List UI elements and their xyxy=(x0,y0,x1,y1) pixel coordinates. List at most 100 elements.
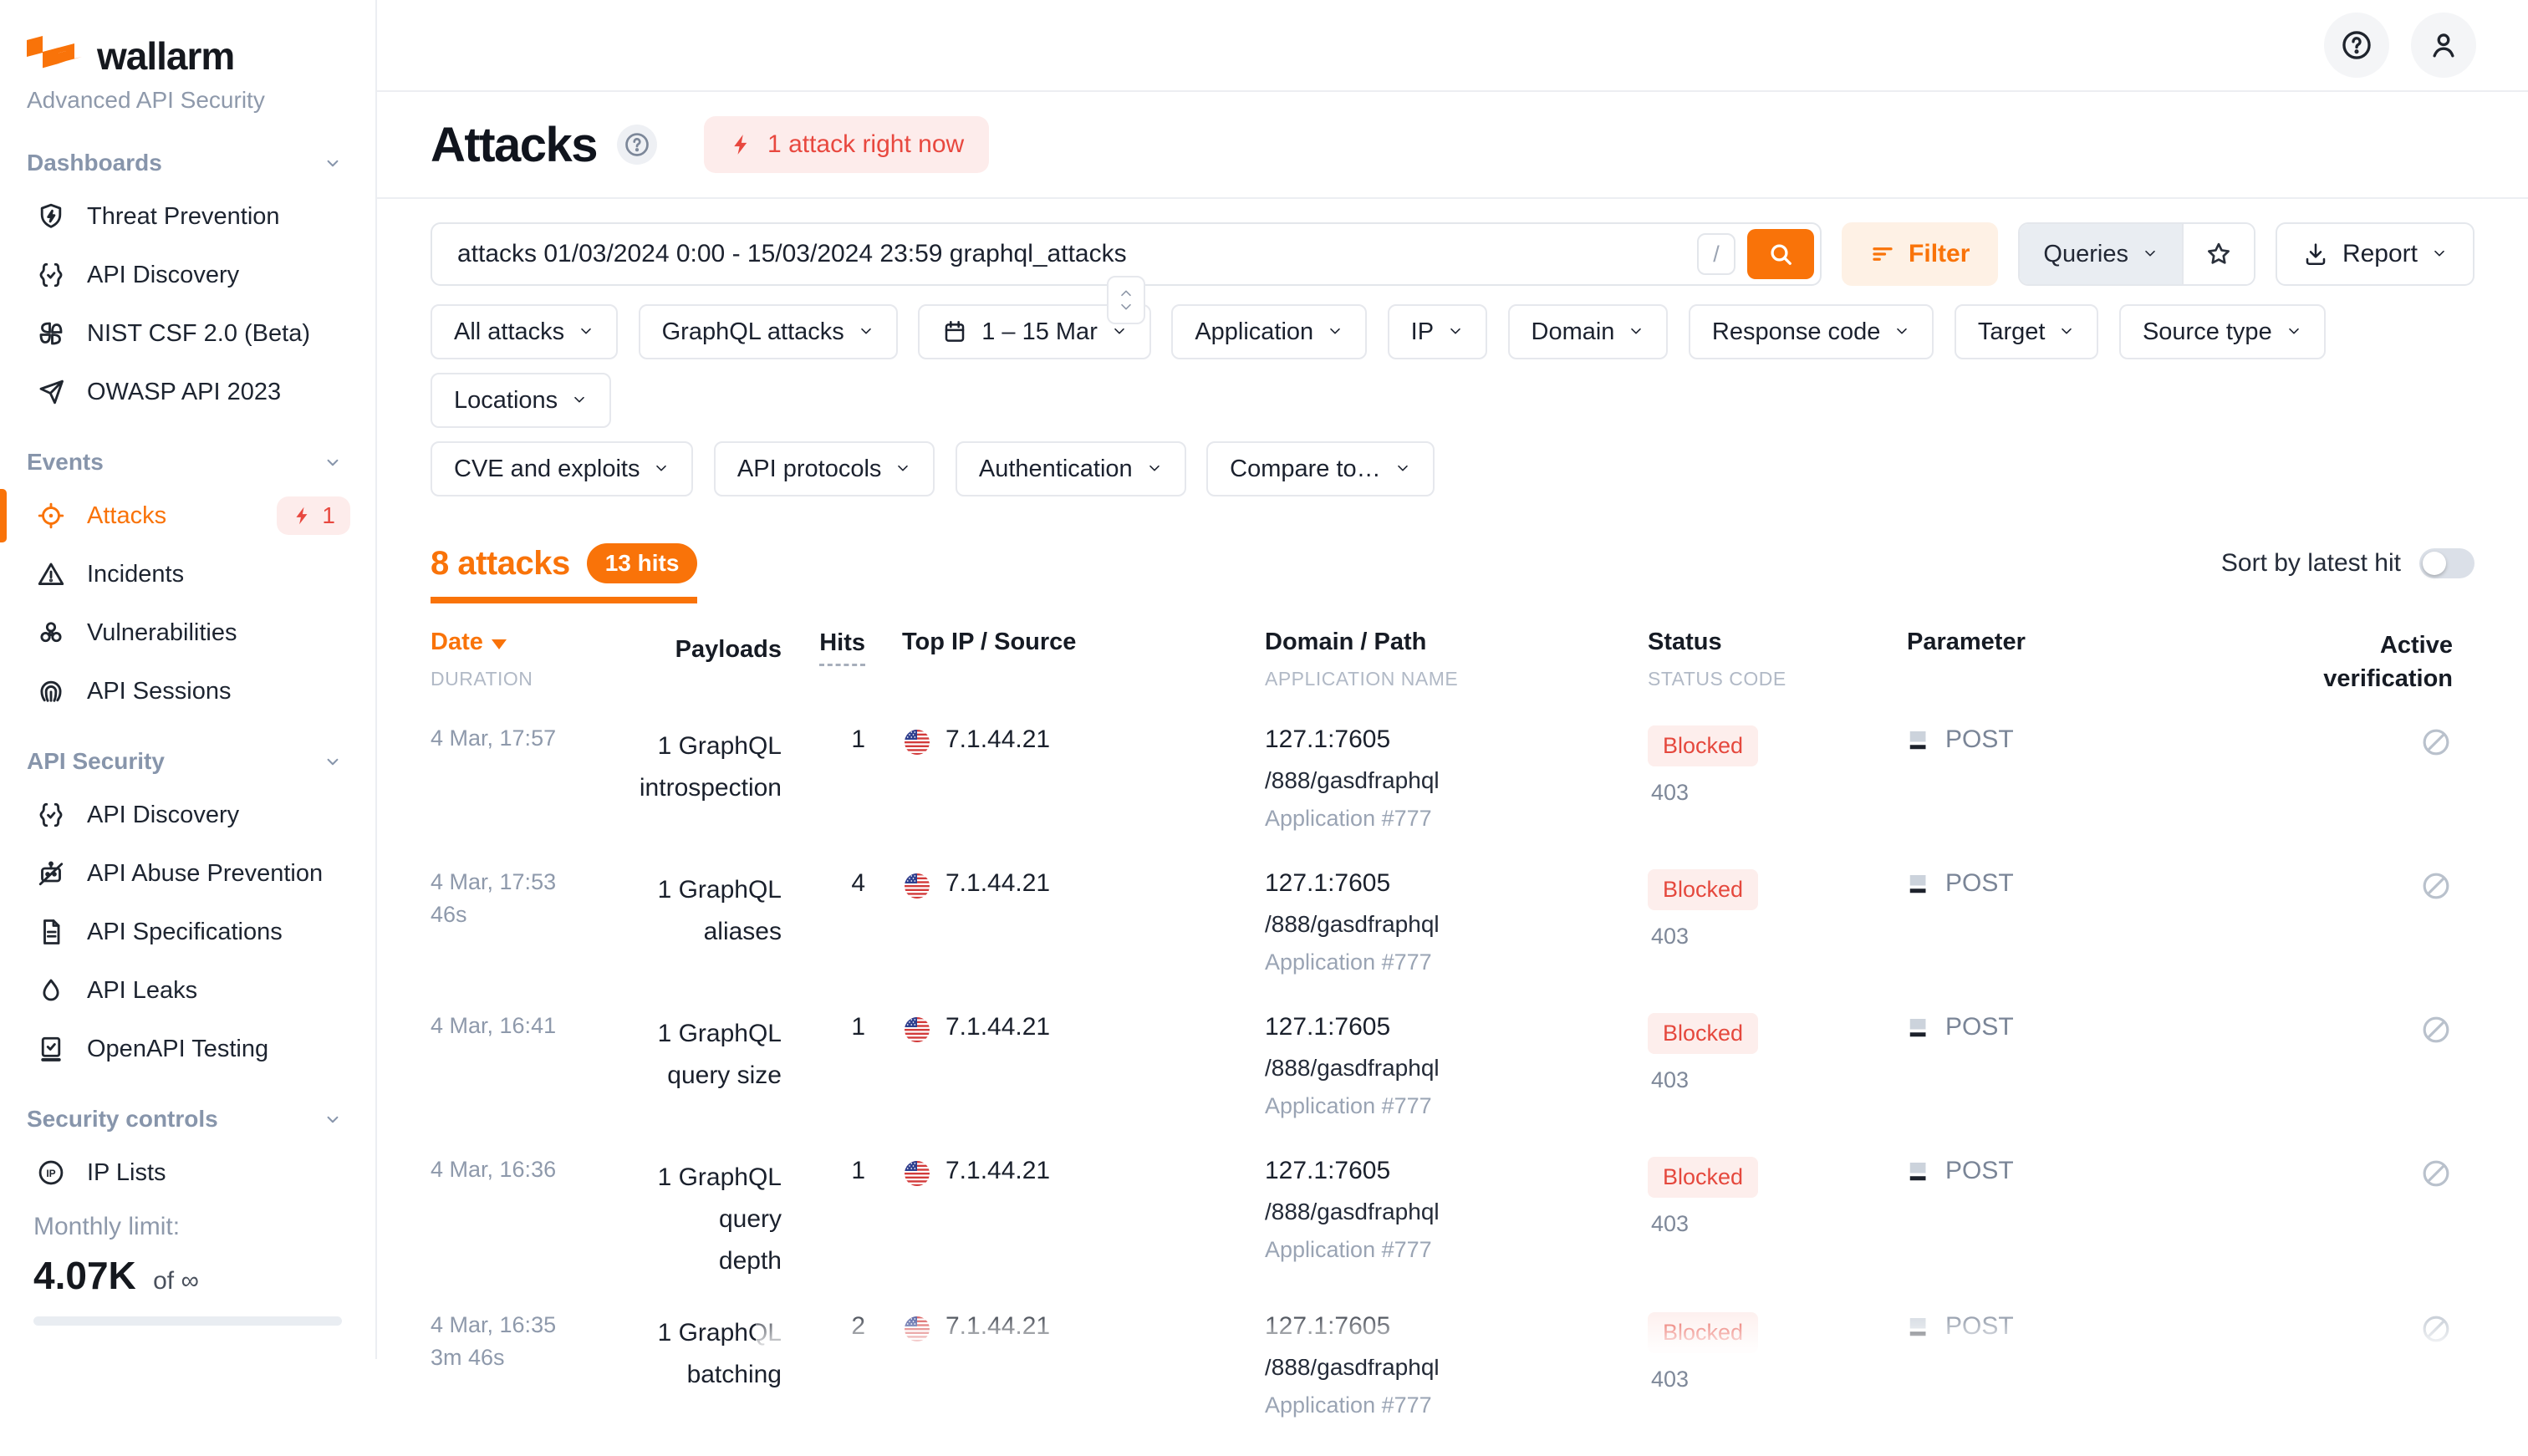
sort-by-latest-hit-toggle[interactable] xyxy=(2419,548,2474,578)
attack-payload[interactable]: 1 GraphQL batching xyxy=(623,1312,782,1396)
column-header-source[interactable]: Top IP / Source xyxy=(902,629,1076,656)
sidebar-item-api-leaks[interactable]: API Leaks xyxy=(0,961,375,1020)
column-header-active-verification[interactable]: Active verification xyxy=(2133,629,2453,695)
filter-chip-attack-type[interactable]: GraphQL attacks xyxy=(639,304,898,359)
filter-chip-application[interactable]: Application xyxy=(1171,304,1367,359)
attack-source[interactable]: 7.1.44.21 xyxy=(902,869,1200,901)
filter-button[interactable]: Filter xyxy=(1842,222,1998,286)
column-subheader-status-code: STATUS CODE xyxy=(1648,668,1882,690)
fingerprint-icon xyxy=(35,675,67,707)
chevron-down-icon xyxy=(1146,463,1163,475)
attack-payload[interactable]: 1 GraphQL introspection xyxy=(623,725,782,809)
column-header-parameter[interactable]: Parameter xyxy=(1907,629,2026,656)
sidebar-item-api-specifications[interactable]: API Specifications xyxy=(0,903,375,961)
brand-block[interactable]: wallarm Advanced API Security xyxy=(0,22,375,122)
active-verification-cell[interactable] xyxy=(2133,1157,2474,1194)
column-header-domain[interactable]: Domain / Path xyxy=(1265,629,1608,656)
attack-payload[interactable]: 1 GraphQL query size xyxy=(623,1013,782,1097)
us-flag-icon xyxy=(902,1314,932,1344)
lightning-icon xyxy=(292,505,313,527)
target-icon xyxy=(35,500,67,532)
filter-chip-ip[interactable]: IP xyxy=(1388,304,1487,359)
chevron-down-icon xyxy=(1893,326,1910,338)
sidebar-section-api-security[interactable]: API Security xyxy=(0,737,375,786)
status-code: 403 xyxy=(1651,780,1882,806)
search-input[interactable] xyxy=(432,240,1697,268)
table-row[interactable]: 4 Mar, 16:41 1 GraphQL query size 1 7.1.… xyxy=(431,1013,2474,1157)
attack-source[interactable]: 7.1.44.21 xyxy=(902,1157,1200,1189)
not-available-icon xyxy=(2419,1013,2453,1046)
sidebar-item-nist-csf[interactable]: NIST CSF 2.0 (Beta) xyxy=(0,304,375,363)
column-header-date[interactable]: Date xyxy=(431,629,623,656)
user-menu-button[interactable] xyxy=(2411,13,2476,78)
filter-chip-cve-exploits[interactable]: CVE and exploits xyxy=(431,441,693,496)
filter-chip-compare-to[interactable]: Compare to… xyxy=(1206,441,1435,496)
filter-chip-all-attacks[interactable]: All attacks xyxy=(431,304,618,359)
attack-source[interactable]: 7.1.44.21 xyxy=(902,1013,1200,1045)
column-header-status[interactable]: Status xyxy=(1648,629,1882,656)
table-row[interactable]: 4 Mar, 16:35 3m 46s 1 GraphQL batching 2… xyxy=(431,1312,2474,1456)
active-verification-cell[interactable] xyxy=(2133,869,2474,907)
attack-domain-cell[interactable]: 127.1:7605 /888/gasdfraphql Application … xyxy=(1265,725,1608,832)
filter-chip-target[interactable]: Target xyxy=(1955,304,2099,359)
queries-button[interactable]: Queries xyxy=(2020,224,2182,284)
sidebar-item-owasp-api[interactable]: OWASP API 2023 xyxy=(0,363,375,421)
filter-chip-authentication[interactable]: Authentication xyxy=(956,441,1186,496)
table-row[interactable]: 4 Mar, 16:36 1 GraphQL query depth 1 7.1… xyxy=(431,1157,2474,1312)
attack-source[interactable]: 7.1.44.21 xyxy=(902,725,1200,757)
search-button[interactable] xyxy=(1747,229,1814,279)
chevron-down-icon xyxy=(653,463,670,475)
sidebar-section-security-controls[interactable]: Security controls xyxy=(0,1095,375,1143)
sidebar-item-api-discovery-2[interactable]: API Discovery xyxy=(0,786,375,844)
sidebar-section-events[interactable]: Events xyxy=(0,438,375,486)
favorite-query-button[interactable] xyxy=(2182,224,2254,284)
filter-chip-response-code[interactable]: Response code xyxy=(1689,304,1934,359)
page-help-button[interactable] xyxy=(617,125,657,165)
chevron-down-icon xyxy=(1628,326,1644,338)
filter-chip-locations[interactable]: Locations xyxy=(431,373,611,428)
attack-path: /888/gasdfraphql xyxy=(1265,1354,1608,1381)
attack-domain-cell[interactable]: 127.1:7605 /888/gasdfraphql Application … xyxy=(1265,1157,1608,1263)
chevron-down-icon xyxy=(571,395,588,406)
sidebar-section-dashboards[interactable]: Dashboards xyxy=(0,139,375,187)
attack-hits: 2 xyxy=(782,1312,865,1341)
sidebar-item-api-discovery[interactable]: API Discovery xyxy=(0,246,375,304)
attack-payload[interactable]: 1 GraphQL query depth xyxy=(623,1157,782,1282)
sidebar-item-incidents[interactable]: Incidents xyxy=(0,545,375,603)
sidebar-item-attacks[interactable]: Attacks 1 xyxy=(0,486,375,545)
active-verification-cell[interactable] xyxy=(2133,1312,2474,1350)
attack-application: Application #777 xyxy=(1265,949,1608,975)
sidebar-item-vulnerabilities[interactable]: Vulnerabilities xyxy=(0,603,375,662)
sidebar-item-ip-lists[interactable]: IP IP Lists xyxy=(0,1143,375,1202)
sidebar-item-api-abuse-prevention[interactable]: API Abuse Prevention xyxy=(0,844,375,903)
attack-domain-cell[interactable]: 127.1:7605 /888/gasdfraphql Application … xyxy=(1265,1312,1608,1418)
attack-domain-cell[interactable]: 127.1:7605 /888/gasdfraphql Application … xyxy=(1265,869,1608,975)
attack-source[interactable]: 7.1.44.21 xyxy=(902,1312,1200,1344)
live-attack-badge[interactable]: 1 attack right now xyxy=(704,116,989,173)
search-expand-toggle[interactable] xyxy=(1107,276,1145,324)
column-header-payloads[interactable]: Payloads xyxy=(675,636,782,663)
attack-domain: 127.1:7605 xyxy=(1265,1013,1608,1041)
active-verification-cell[interactable] xyxy=(2133,1013,2474,1051)
sidebar-item-openapi-testing[interactable]: OpenAPI Testing xyxy=(0,1020,375,1078)
not-available-icon xyxy=(2419,1312,2453,1346)
table-row[interactable]: 4 Mar, 17:53 46s 1 GraphQL aliases 4 7.1… xyxy=(431,869,2474,1013)
report-button[interactable]: Report xyxy=(2276,222,2474,286)
help-button[interactable] xyxy=(2324,13,2389,78)
sidebar-item-api-sessions[interactable]: API Sessions xyxy=(0,662,375,720)
column-header-hits[interactable]: Hits xyxy=(819,629,865,666)
svg-text:IP: IP xyxy=(46,1168,55,1179)
ip-circle-icon: IP xyxy=(35,1157,67,1189)
chevron-down-icon xyxy=(322,1108,344,1130)
chevron-down-icon xyxy=(894,463,911,475)
question-circle-icon xyxy=(623,130,651,159)
attack-payload[interactable]: 1 GraphQL aliases xyxy=(623,869,782,953)
filter-chip-source-type[interactable]: Source type xyxy=(2119,304,2326,359)
sidebar-item-threat-prevention[interactable]: Threat Prevention xyxy=(0,187,375,246)
attack-domain-cell[interactable]: 127.1:7605 /888/gasdfraphql Application … xyxy=(1265,1013,1608,1119)
filter-chip-api-protocols[interactable]: API protocols xyxy=(714,441,935,496)
filter-chip-domain[interactable]: Domain xyxy=(1508,304,1669,359)
active-verification-cell[interactable] xyxy=(2133,725,2474,763)
table-row[interactable]: 4 Mar, 17:57 1 GraphQL introspection 1 7… xyxy=(431,725,2474,869)
monthly-limit-progressbar xyxy=(33,1316,342,1326)
